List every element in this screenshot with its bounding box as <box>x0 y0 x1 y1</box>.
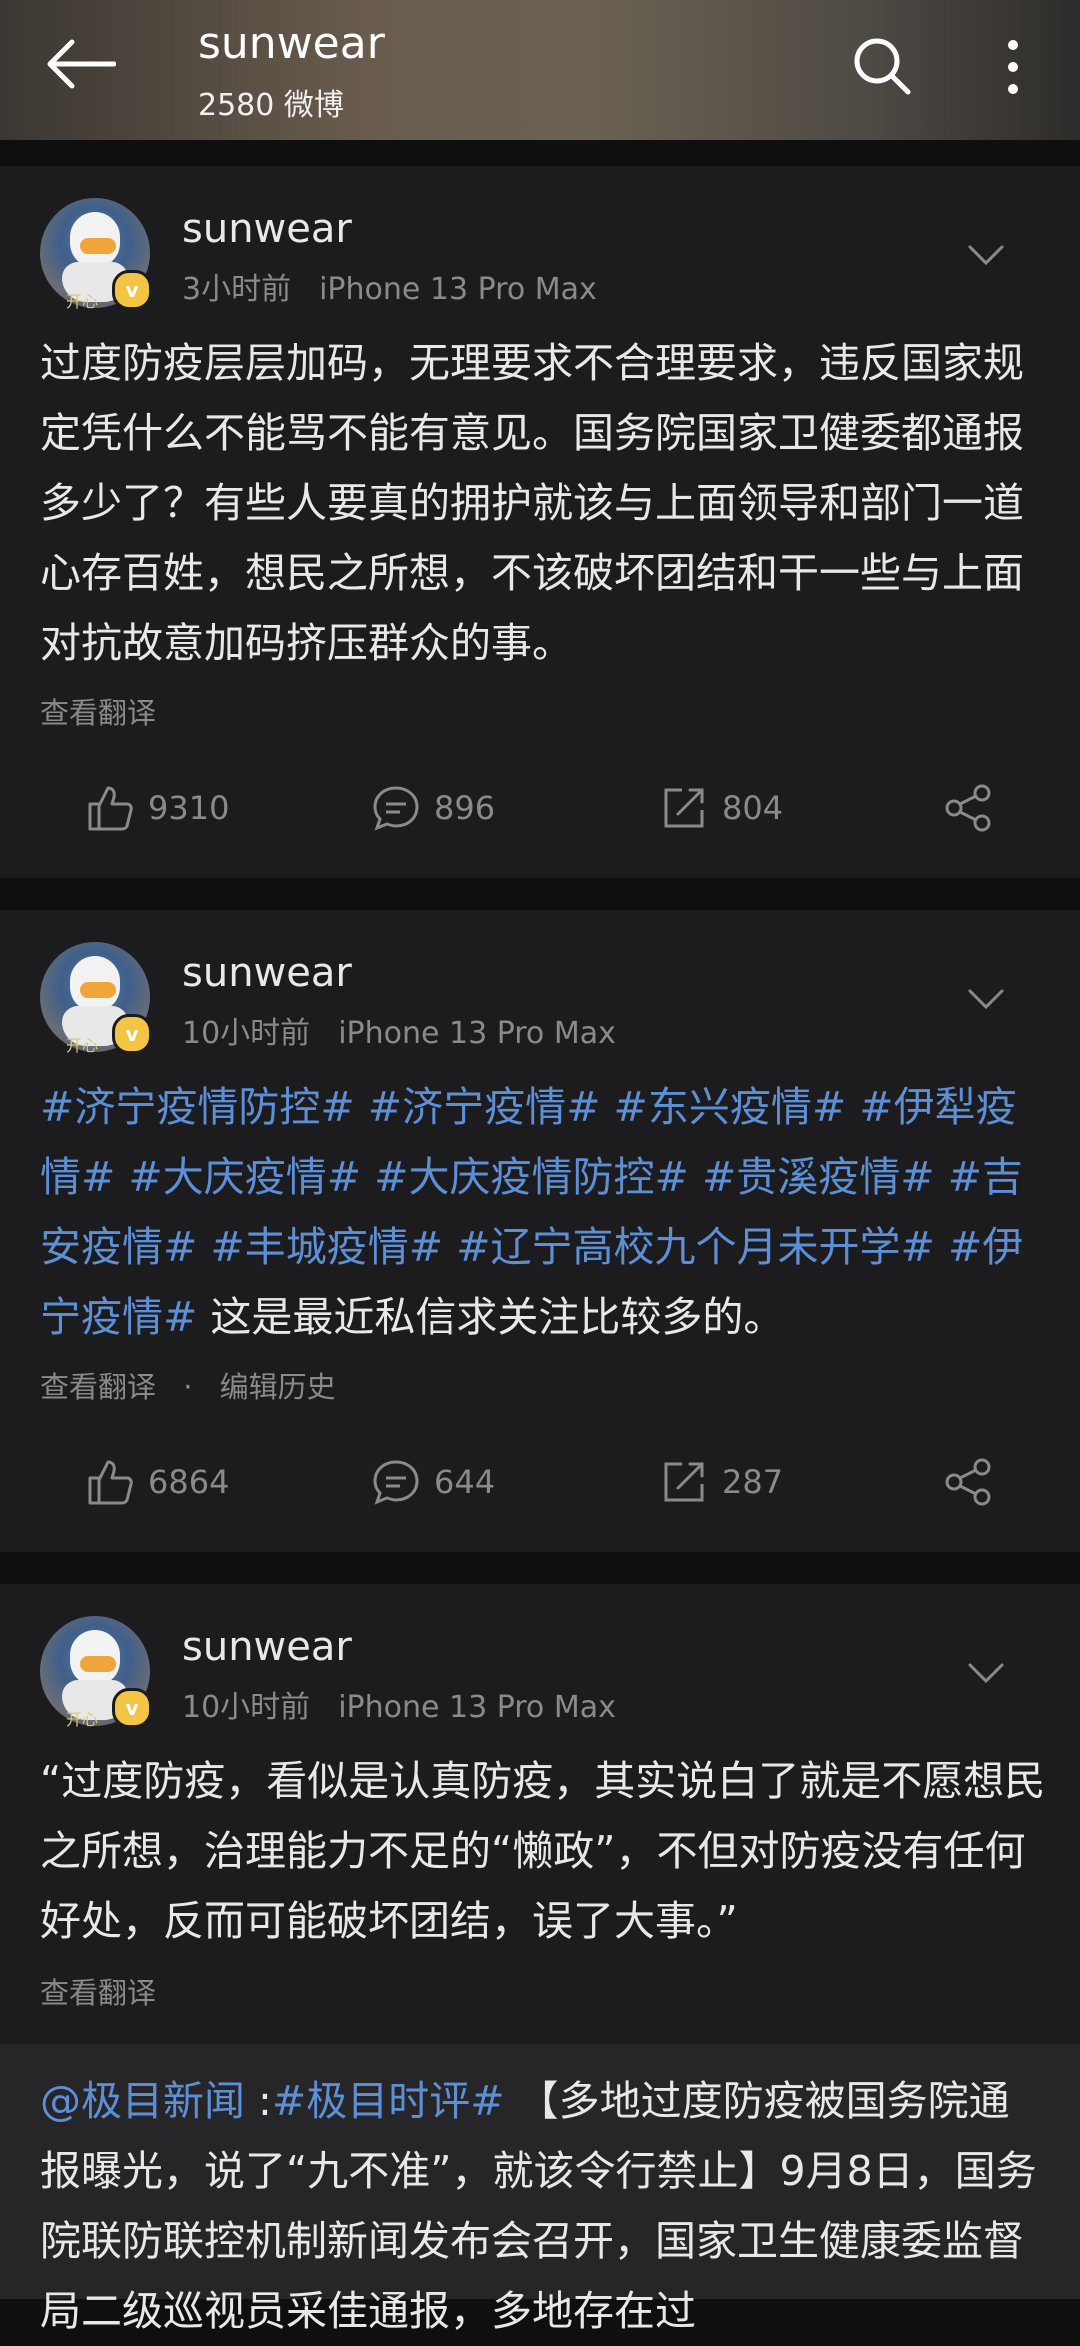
post-text: #济宁疫情防控# #济宁疫情# #东兴疫情# #伊犁疫情# #大庆疫情# #大庆… <box>40 1072 1050 1352</box>
hashtag-link[interactable]: #大庆疫情防控# <box>374 1153 689 1201</box>
share-icon <box>945 1458 991 1506</box>
post-card[interactable]: 开心 v sunwear 3小时前 iPhone 13 Pro Max 过度防疫层… <box>0 166 1080 878</box>
post-meta: 10小时前 iPhone 13 Pro Max <box>182 1008 616 1052</box>
hashtag-link[interactable]: #极目时评# <box>272 2077 505 2125</box>
chevron-down-icon[interactable] <box>968 988 1004 1010</box>
post-meta: 10小时前 iPhone 13 Pro Max <box>182 1682 616 1726</box>
post-time: 10小时前 <box>182 1016 311 1051</box>
username[interactable]: sunwear <box>182 1624 352 1670</box>
post-text: 过度防疫层层加码，无理要求不合理要求，违反国家规定凭什么不能骂不能有意见。国务院… <box>40 339 1024 667</box>
post-time: 10小时前 <box>182 1690 311 1725</box>
chevron-down-icon[interactable] <box>968 1662 1004 1684</box>
chevron-down-icon[interactable] <box>968 244 1004 266</box>
separator-dot: · <box>183 1370 193 1404</box>
comment-icon <box>373 1460 419 1505</box>
repost-button[interactable]: 287 <box>660 1452 783 1512</box>
post-card[interactable]: 开心 v sunwear 10小时前 iPhone 13 Pro Max “过度防… <box>0 1584 1080 2335</box>
search-icon[interactable] <box>852 36 912 96</box>
hashtag-link[interactable]: #丰城疫情# <box>210 1223 443 1271</box>
repost-button[interactable]: 804 <box>660 778 783 838</box>
post-footer-links: 查看翻译 · 编辑历史 <box>40 1364 336 1406</box>
post-card[interactable]: 开心 v sunwear 10小时前 iPhone 13 Pro Max #济宁疫… <box>0 910 1080 1552</box>
more-vertical-icon[interactable] <box>998 38 1028 96</box>
username[interactable]: sunwear <box>182 206 352 252</box>
hashtag-link[interactable]: #贵溪疫情# <box>702 1153 935 1201</box>
verified-badge-icon: v <box>112 1688 152 1728</box>
like-button[interactable]: 6864 <box>86 1452 229 1512</box>
post-actions: 9310 896 804 <box>0 778 1080 838</box>
verified-badge-icon: v <box>112 1014 152 1054</box>
quoted-post[interactable]: @极目新闻 :#极目时评# 【多地过度防疫被国务院通报曝光，说了“九不准”，就该… <box>0 2044 1080 2335</box>
back-arrow-icon[interactable] <box>44 38 116 90</box>
like-button[interactable]: 9310 <box>86 778 229 838</box>
verified-badge-icon: v <box>112 270 152 310</box>
top-bar: sunwear 2580 微博 <box>0 0 1080 140</box>
hashtag-link[interactable]: #济宁疫情# <box>368 1083 601 1131</box>
share-button[interactable] <box>944 778 1008 838</box>
hashtag-link[interactable]: #东兴疫情# <box>614 1083 847 1131</box>
translate-link[interactable]: 查看翻译 <box>40 690 156 732</box>
post-device: iPhone 13 Pro Max <box>319 272 597 307</box>
post-actions: 6864 644 287 <box>0 1452 1080 1512</box>
post-count: 2580 微博 <box>198 88 344 123</box>
comment-button[interactable]: 644 <box>372 1452 495 1512</box>
post-device: iPhone 13 Pro Max <box>338 1016 616 1051</box>
post-device: iPhone 13 Pro Max <box>338 1690 616 1725</box>
repost-icon <box>664 788 704 828</box>
comment-count: 896 <box>434 789 496 827</box>
share-icon <box>945 784 991 832</box>
comment-button[interactable]: 896 <box>372 778 495 838</box>
comment-count: 644 <box>434 1463 496 1501</box>
post-text: “过度防疫，看似是认真防疫，其实说白了就是不愿想民之所想，治理能力不足的“懒政”… <box>40 1757 1046 1945</box>
post-time: 3小时前 <box>182 272 292 307</box>
mention-link[interactable]: @极目新闻 <box>40 2077 245 2125</box>
like-icon <box>88 786 133 831</box>
share-button[interactable] <box>944 1452 1008 1512</box>
repost-icon <box>664 1462 704 1502</box>
like-icon <box>88 1460 133 1505</box>
repost-count: 287 <box>722 1463 784 1501</box>
quoted-post-text: @极目新闻 :#极目时评# 【多地过度防疫被国务院通报曝光，说了“九不准”，就该… <box>40 2077 1037 2335</box>
like-count: 9310 <box>148 789 230 827</box>
hashtag-link[interactable]: #大庆疫情# <box>128 1153 361 1201</box>
edit-history-link[interactable]: 编辑历史 <box>220 1370 336 1404</box>
translate-link[interactable]: 查看翻译 <box>40 1370 156 1404</box>
comment-icon <box>373 786 419 831</box>
post-text-tail: 这是最近私信求关注比较多的。 <box>210 1293 785 1341</box>
profile-title: sunwear <box>198 18 385 69</box>
post-meta: 3小时前 iPhone 13 Pro Max <box>182 264 597 308</box>
username[interactable]: sunwear <box>182 950 352 996</box>
repost-count: 804 <box>722 789 784 827</box>
like-count: 6864 <box>148 1463 230 1501</box>
hashtag-link[interactable]: #辽宁高校九个月未开学# <box>456 1223 935 1271</box>
translate-link[interactable]: 查看翻译 <box>40 1970 156 2012</box>
hashtag-link[interactable]: #济宁疫情防控# <box>40 1083 355 1131</box>
